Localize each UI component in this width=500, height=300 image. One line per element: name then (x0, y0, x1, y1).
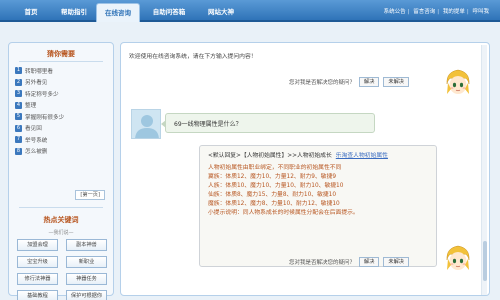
answer-line: 魔族：体质12、魔力8、力量10、耐力12、敏捷10 (208, 201, 340, 207)
tab-help-guide[interactable]: 帮助指引 (52, 5, 96, 19)
keyword-button[interactable]: 加盟会理 (17, 239, 58, 251)
suggested-question-list: 1 转职哪里看 2 另外看见 3 特定称号多少 4 整理 5 掌握刚有很多少 6 看见回 7… (15, 65, 109, 157)
suggested-question[interactable]: 2 另外看见 (15, 77, 109, 89)
question-text: 掌握刚有很多少 (25, 114, 65, 121)
user-message-text: 69一线物理属性是什么？ (174, 121, 242, 128)
tab-home[interactable]: 首页 (14, 5, 48, 19)
suggested-question[interactable]: 3 特定称号多少 (15, 88, 109, 100)
tab-site-expert[interactable]: 网站大神 (198, 5, 244, 19)
link-announcement[interactable]: 系统公告 (384, 9, 406, 15)
feedback-row: 您对我是否解决您的疑问？ 解决 未解决 (289, 255, 409, 269)
bot-avatar (443, 243, 473, 273)
first-page-button[interactable]: [第一页] (75, 190, 105, 200)
link-separator: | (466, 9, 469, 15)
solved-button[interactable]: 解决 (359, 77, 380, 87)
hot-keywords-subtitle: —我们说— (48, 230, 74, 236)
link-message[interactable]: 留言咨询 (413, 9, 435, 15)
suggested-question[interactable]: 6 看见回 (15, 123, 109, 135)
keyword-button[interactable]: 修行法神器 (17, 273, 58, 285)
question-number-badge: 1 (15, 67, 22, 75)
chat-panel: 欢迎使用在线咨询系统，请在下方输入提问内容！ 您对我是否解决您的疑问？ 解决 未… (120, 42, 490, 296)
keyword-button[interactable]: 宝宝升级 (17, 256, 58, 268)
question-text: 转职哪里看 (25, 68, 53, 75)
keyword-button[interactable]: 基础教程 (17, 290, 58, 300)
question-text: 举号系统 (25, 137, 48, 144)
feedback-prompt: 您对我是否解决您的疑问？ (289, 80, 356, 86)
question-text: 怎么被删 (25, 149, 48, 156)
link-separator: | (437, 9, 440, 15)
scrollbar-thumb[interactable] (483, 241, 487, 281)
solved-button[interactable]: 解决 (359, 257, 380, 267)
top-navigation: 首页 帮助指引 在线咨询 自助问答箱 网站大神 系统公告 | 留言咨询 | 我的提单… (0, 0, 500, 22)
answer-line: 仙族：体质8、魔力15、力量8、耐力10、敏捷10 (208, 192, 337, 198)
answer-body: 人物初始属性由职业绑定，不同职业的初始属性不同 翼族：体质12、魔力10、力量1… (208, 164, 428, 218)
bot-answer-bubble: <默认回复>【人物初始属性】>>人物初始成长 乐淘查人物初始属性 人物初始属性由职… (199, 145, 437, 267)
question-text: 看见回 (25, 126, 42, 133)
sidebar-divider (19, 61, 103, 62)
chat-scrollbar[interactable] (481, 45, 487, 295)
question-text: 整理 (25, 103, 37, 110)
answer-link[interactable]: 乐淘查人物初始属性 (336, 153, 388, 159)
feedback-row: 您对我是否解决您的疑问？ 解决 未解决 (289, 75, 409, 89)
user-message-bubble: 69一线物理属性是什么？ (161, 113, 375, 133)
question-number-badge: 3 (15, 90, 22, 98)
answer-line: 小提示说明：同人物系成长的时候属性分配会在后面提示。 (208, 210, 359, 216)
question-number-badge: 2 (15, 78, 22, 86)
answer-line: 人族：体质10、魔力10、力量10、耐力10、敏捷10 (208, 183, 344, 189)
question-number-badge: 7 (15, 136, 22, 144)
suggested-question[interactable]: 1 转职哪里看 (15, 65, 109, 77)
question-number-badge: 6 (15, 124, 22, 132)
answer-line: 翼族：体质12、魔力10、力量12、耐力9、敏捷9 (208, 174, 337, 180)
link-my-tickets[interactable]: 我的提单 (443, 9, 465, 15)
tab-online-consult[interactable]: 在线咨询 (96, 3, 140, 22)
user-avatar (131, 109, 161, 139)
answer-heading-text: <默认回复>【人物初始属性】>>人物初始成长 (208, 153, 332, 159)
question-number-badge: 5 (15, 113, 22, 121)
suggested-question[interactable]: 4 整理 (15, 100, 109, 112)
question-number-badge: 4 (15, 101, 22, 109)
hot-keywords-title: 热点关键词 (43, 216, 79, 224)
sidebar-title: 猜你需要 (47, 50, 75, 58)
question-text: 另外看见 (25, 80, 48, 87)
keyword-grid: 加盟会理 副本神兽 宝宝升级 新职业 修行法神器 神器任务 基础教程 保护可根据… (17, 239, 107, 300)
unsolved-button[interactable]: 未解决 (383, 77, 409, 87)
keyword-button[interactable]: 神器任务 (66, 273, 107, 285)
question-number-badge: 8 (15, 147, 22, 155)
feedback-prompt: 您对我是否解决您的疑问？ (289, 260, 356, 266)
suggested-question[interactable]: 7 举号系统 (15, 134, 109, 146)
unsolved-button[interactable]: 未解决 (383, 257, 409, 267)
top-links: 系统公告 | 留言咨询 | 我的提单 | 呼叫我 (383, 5, 490, 19)
keyword-button[interactable]: 新职业 (66, 256, 107, 268)
bot-avatar (443, 67, 473, 97)
sidebar-divider (19, 207, 103, 208)
tab-self-service-qa[interactable]: 自助问答箱 (144, 5, 194, 19)
sidebar: 猜你需要 1 转职哪里看 2 另外看见 3 特定称号多少 4 整理 5 掌握刚有很多少 6… (8, 42, 114, 300)
suggested-question[interactable]: 5 掌握刚有很多少 (15, 111, 109, 123)
answer-line: 人物初始属性由职业绑定，不同职业的初始属性不同 (208, 165, 342, 171)
link-call-me[interactable]: 呼叫我 (472, 9, 489, 15)
keyword-button[interactable]: 保护可根据你 (66, 290, 107, 300)
question-text: 特定称号多少 (25, 91, 59, 98)
answer-heading: <默认回复>【人物初始属性】>>人物初始成长 乐淘查人物初始属性 (208, 152, 428, 161)
link-separator: | (407, 9, 410, 15)
suggested-question[interactable]: 8 怎么被删 (15, 146, 109, 158)
keyword-button[interactable]: 副本神兽 (66, 239, 107, 251)
welcome-message: 欢迎使用在线咨询系统，请在下方输入提问内容！ (129, 54, 257, 60)
